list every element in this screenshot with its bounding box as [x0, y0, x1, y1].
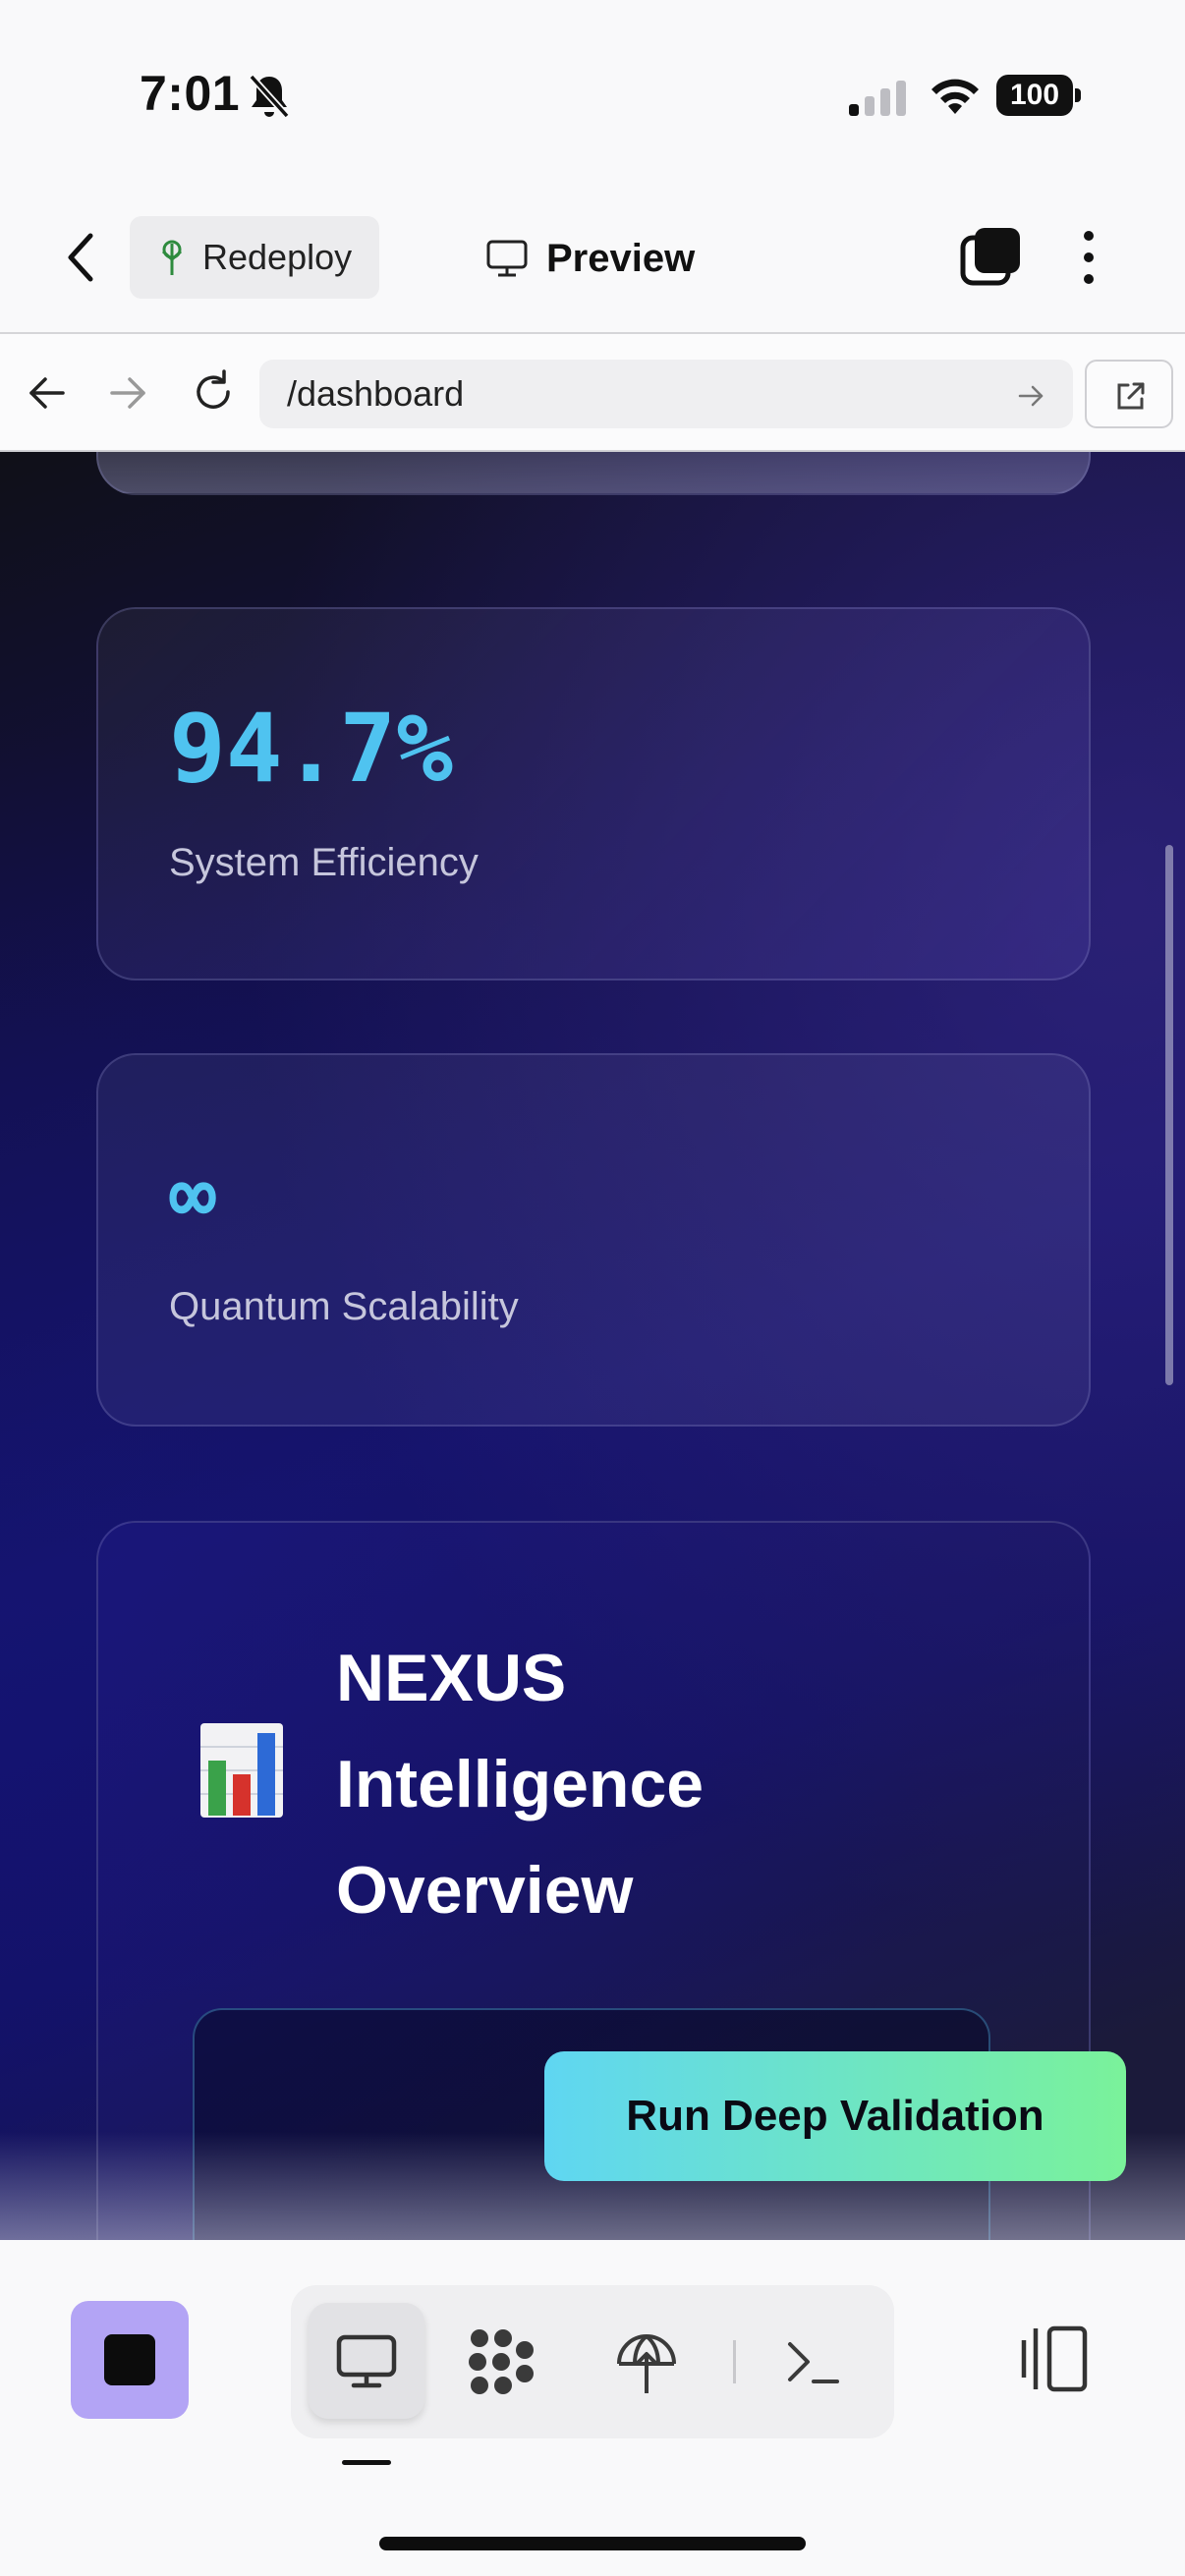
metric-card-scalability: ∞ Quantum Scalability	[96, 1053, 1091, 1427]
stop-icon	[104, 2334, 155, 2385]
redeploy-button[interactable]: Redeploy	[130, 216, 379, 299]
preview-label: Preview	[546, 236, 696, 280]
browser-forward-icon[interactable]	[106, 371, 149, 415]
deploy-globe-icon[interactable]	[609, 2324, 684, 2399]
url-bar: /dashboard	[0, 334, 1185, 452]
url-input[interactable]: /dashboard	[259, 360, 1073, 428]
terminal-icon[interactable]	[776, 2324, 851, 2399]
tree-icon	[162, 240, 182, 275]
redeploy-label: Redeploy	[202, 237, 353, 277]
app-header: Redeploy Preview	[0, 187, 1185, 334]
web-preview-content[interactable]: 94.7% System Efficiency ∞ Quantum Scalab…	[0, 452, 1185, 2240]
url-text: /dashboard	[287, 373, 465, 414]
scrollbar-thumb[interactable]	[1165, 845, 1173, 1385]
run-deep-validation-button[interactable]: Run Deep Validation	[544, 2051, 1126, 2181]
stop-button[interactable]	[71, 2301, 189, 2419]
metric-value: 94.7%	[169, 694, 453, 804]
bell-muted-icon	[249, 74, 290, 119]
browser-back-icon[interactable]	[26, 371, 69, 415]
url-go-arrow-icon[interactable]	[1016, 381, 1045, 411]
metric-label: Quantum Scalability	[169, 1285, 519, 1328]
external-link-icon	[1117, 382, 1145, 410]
battery-level: 100	[996, 75, 1073, 116]
tabs-icon[interactable]	[959, 224, 1024, 289]
home-indicator	[379, 2537, 806, 2550]
bar-chart-icon	[200, 1723, 283, 1818]
nexus-title: NEXUS Intelligence Overview	[336, 1641, 705, 1928]
status-time: 7:01	[140, 66, 241, 121]
wifi-icon	[931, 79, 979, 114]
monitor-icon	[336, 2334, 397, 2388]
previous-card	[96, 452, 1091, 495]
cellular-signal-icon	[849, 81, 906, 116]
reload-icon[interactable]	[189, 367, 238, 417]
metric-card-efficiency: 94.7% System Efficiency	[96, 607, 1091, 980]
active-tab-indicator	[342, 2460, 391, 2465]
bottom-toolbar	[0, 2240, 1185, 2576]
battery-indicator: 100	[996, 75, 1081, 116]
monitor-icon	[486, 240, 528, 277]
status-bar: 7:01 100	[0, 0, 1185, 187]
side-panel-icon[interactable]	[1016, 2321, 1093, 2397]
open-external-button[interactable]	[1085, 360, 1173, 428]
view-switcher	[291, 2285, 894, 2438]
preview-view-button[interactable]	[309, 2303, 424, 2419]
nodes-graph-icon[interactable]	[464, 2324, 538, 2399]
metric-value: ∞	[169, 1149, 217, 1241]
metric-label: System Efficiency	[169, 841, 479, 884]
preview-tab[interactable]: Preview	[485, 226, 695, 291]
switcher-divider	[733, 2340, 736, 2383]
back-chevron-icon[interactable]	[61, 228, 100, 287]
more-options-icon[interactable]	[1079, 228, 1099, 287]
battery-nub	[1075, 88, 1081, 102]
